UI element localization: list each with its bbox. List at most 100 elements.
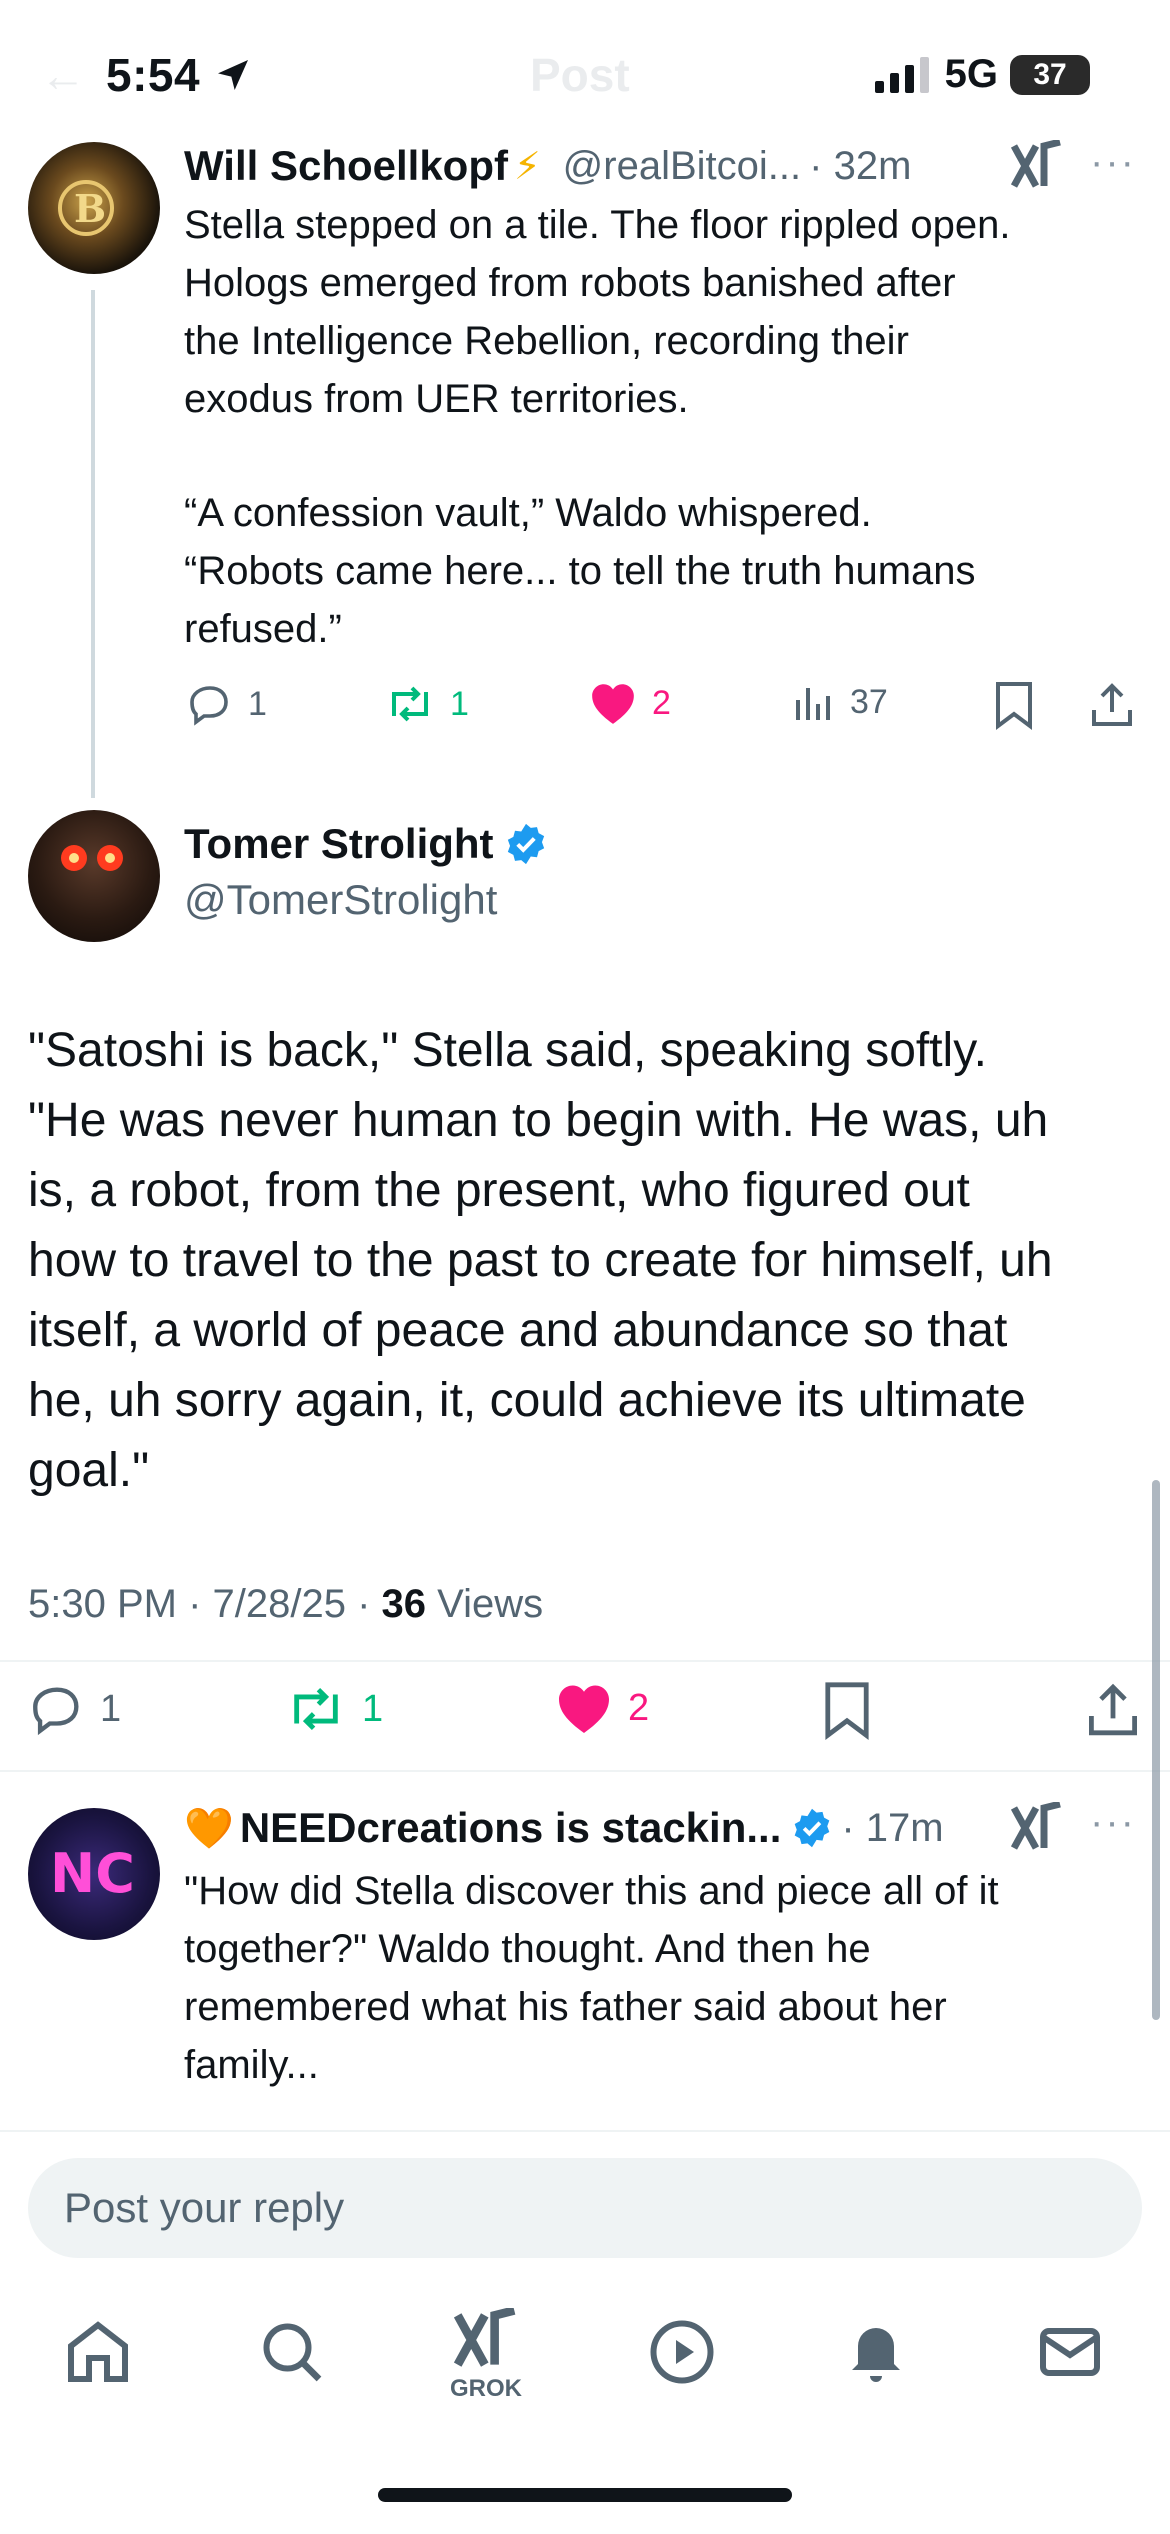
- repost-button[interactable]: 1: [284, 1680, 383, 1738]
- lightning-emoji: ⚡: [513, 145, 541, 188]
- reply-count: 1: [100, 1687, 122, 1730]
- more-options-icon[interactable]: ···: [1090, 1800, 1136, 1845]
- bitcoin-logo-icon: B: [58, 180, 114, 236]
- post-line: the Intelligence Rebellion, recording th…: [184, 319, 909, 363]
- divider: [0, 1770, 1170, 1772]
- post-line: he, uh sorry again, it, could achieve it…: [28, 1374, 1026, 1427]
- post-header: Will Schoellkopf ⚡ @realBitcoi... · 32m: [184, 138, 1144, 194]
- post-line: together?" Waldo thought. And then he: [184, 1927, 871, 1971]
- thread-line: [91, 290, 95, 798]
- post-line: exodus from UER territories.: [184, 377, 689, 421]
- post-line: how to travel to the past to create for …: [28, 1234, 1053, 1287]
- like-count: 2: [628, 1686, 650, 1729]
- more-options-icon[interactable]: ···: [1090, 140, 1136, 185]
- nc-logo-icon: NC: [50, 1842, 135, 1905]
- bookmark-icon[interactable]: [992, 680, 1036, 730]
- page-title: Post: [530, 49, 630, 101]
- search-icon[interactable]: [256, 2316, 328, 2388]
- heart-emoji: 🧡: [184, 1806, 234, 1851]
- reply-placeholder: Post your reply: [64, 2184, 345, 2231]
- tab-bar: GROK: [0, 2300, 1170, 2450]
- network-type: 5G: [944, 52, 998, 96]
- post-line: itself, a world of peace and abundance s…: [28, 1304, 1008, 1357]
- author-line: Tomer Strolight: [184, 820, 548, 868]
- post-line: goal.": [28, 1444, 150, 1497]
- like-button[interactable]: 2: [588, 680, 671, 726]
- views-count[interactable]: 36: [382, 1582, 427, 1626]
- author-name[interactable]: NEEDcreations is stackin...: [240, 1804, 782, 1852]
- timestamp-text: 5:30 PM · 7/28/25 ·: [28, 1582, 382, 1626]
- author-name[interactable]: Will Schoellkopf: [184, 142, 508, 190]
- grok-icon[interactable]: [1010, 140, 1064, 192]
- author-handle[interactable]: @TomerStrolight: [184, 876, 497, 924]
- notifications-bell-icon[interactable]: [840, 2316, 912, 2388]
- author-handle[interactable]: @realBitcoi...: [563, 144, 801, 189]
- home-indicator[interactable]: [378, 2488, 792, 2502]
- heart-icon: [559, 1685, 609, 1733]
- grok-icon[interactable]: [1010, 1802, 1064, 1854]
- views-chart-icon: [796, 688, 830, 720]
- repost-count: 1: [362, 1687, 384, 1730]
- post-line: is, a robot, from the present, who figur…: [28, 1164, 970, 1217]
- share-icon[interactable]: [1084, 1680, 1142, 1740]
- battery-indicator: 37: [1010, 54, 1090, 95]
- reply-input[interactable]: Post your reply: [28, 2158, 1142, 2258]
- post-time: · 32m: [809, 143, 912, 188]
- author-name[interactable]: Tomer Strolight: [184, 820, 494, 868]
- like-count: 2: [652, 683, 671, 722]
- post-header: 🧡 NEEDcreations is stackin... · 17m: [184, 1798, 1144, 1858]
- post-line: “Robots came here... to tell the truth h…: [184, 549, 976, 593]
- repost-icon: [392, 686, 428, 722]
- tab-grok[interactable]: GROK: [446, 2306, 526, 2403]
- grok-label: GROK: [450, 2375, 522, 2402]
- reply-count: 1: [248, 684, 267, 723]
- bookmark-icon[interactable]: [820, 1680, 874, 1740]
- video-play-icon[interactable]: [646, 2316, 718, 2388]
- avatar[interactable]: [28, 810, 160, 942]
- repost-button[interactable]: 1: [384, 680, 469, 728]
- svg-text:NC: NC: [50, 1842, 135, 1905]
- messages-mail-icon[interactable]: [1034, 2316, 1106, 2388]
- post-time: · 17m: [841, 1805, 944, 1850]
- repost-icon: [294, 1687, 338, 1731]
- like-button[interactable]: 2: [554, 1680, 649, 1736]
- laser-eyes-icon: [61, 845, 123, 871]
- post-line: family...: [184, 2043, 319, 2087]
- scrollbar[interactable]: [1152, 1480, 1160, 2020]
- status-time: 5:54: [106, 48, 253, 102]
- signal-icon: [874, 56, 929, 93]
- post-body: Stella stepped on a tile. The floor ripp…: [184, 196, 1144, 658]
- post-line: refused.”: [184, 607, 342, 651]
- share-icon[interactable]: [1088, 680, 1136, 730]
- reply-button[interactable]: 1: [28, 1680, 121, 1738]
- location-arrow-icon: [218, 60, 249, 90]
- divider: [0, 1660, 1170, 1662]
- back-button[interactable]: ←: [40, 48, 86, 102]
- views-button[interactable]: 37: [792, 680, 888, 724]
- post-timestamp: 5:30 PM · 7/28/25 · 36 Views: [28, 1582, 543, 1627]
- verified-badge-icon: [795, 1808, 830, 1848]
- post-line: remembered what his father said about he…: [184, 1985, 947, 2029]
- post-line: "He was never human to begin with. He wa…: [28, 1094, 1049, 1147]
- views-count: 37: [850, 682, 888, 721]
- repost-count: 1: [450, 684, 469, 723]
- post-line: “A confession vault,” Waldo whispered.: [184, 491, 872, 535]
- post-body: "How did Stella discover this and piece …: [184, 1862, 1144, 2094]
- avatar[interactable]: B: [28, 142, 160, 274]
- grok-icon: [453, 2306, 516, 2367]
- verified-badge-icon: [507, 823, 544, 865]
- main-post-body: "Satoshi is back," Stella said, speaking…: [28, 1016, 1148, 1506]
- reply-icon: [190, 686, 228, 726]
- status-indicators: 5G 37: [873, 52, 1090, 97]
- reply-icon: [33, 1687, 79, 1736]
- avatar[interactable]: NC: [28, 1808, 160, 1940]
- home-icon[interactable]: [62, 2316, 134, 2388]
- svg-text:B: B: [74, 186, 106, 231]
- post-line: Hologs emerged from robots banished afte…: [184, 261, 956, 305]
- reply-button[interactable]: 1: [186, 680, 267, 728]
- heart-icon: [592, 684, 634, 724]
- post-line: "How did Stella discover this and piece …: [184, 1869, 999, 1913]
- views-label: Views: [426, 1582, 544, 1626]
- post-line: Stella stepped on a tile. The floor ripp…: [184, 203, 1011, 247]
- post-line: "Satoshi is back," Stella said, speaking…: [28, 1024, 987, 1077]
